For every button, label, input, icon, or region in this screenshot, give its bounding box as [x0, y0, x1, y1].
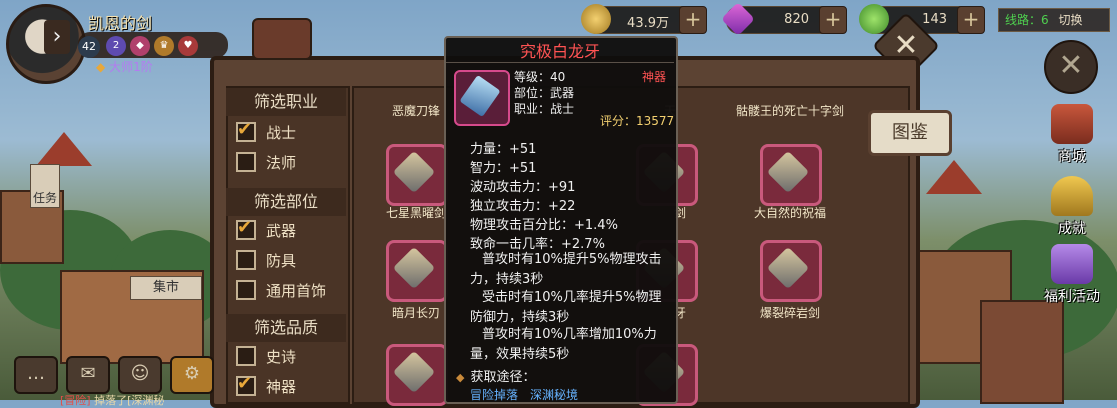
line-switch-action[interactable]: 切换 [1058, 13, 1082, 27]
filter-slot-weapon-label: 武器 [266, 222, 297, 240]
gem-badge-icon[interactable]: ◆ [130, 36, 150, 56]
filter-slot-weapon[interactable]: 武器 [236, 217, 297, 242]
chat-text: 掉落了[深渊秘 [94, 394, 165, 407]
item-slot[interactable] [386, 344, 448, 406]
achievement-button[interactable]: 成就 [1044, 176, 1100, 238]
tooltip-slot: 部位：武器 [514, 86, 575, 100]
tooltip-stat: 物理攻击百分比：+1.4% [470, 218, 618, 233]
trophy-icon [1051, 176, 1093, 216]
item-slot[interactable] [386, 240, 448, 302]
checkbox-checked-icon[interactable] [236, 217, 256, 240]
filter-class-warrior-label: 战士 [266, 124, 297, 142]
panel-header-ornament [252, 18, 312, 60]
filter-quality-artifact[interactable]: 神器 [236, 373, 297, 398]
tooltip-stat: 力量：+51 [470, 142, 537, 157]
checkbox-icon[interactable] [236, 151, 256, 172]
gold-coin-icon [581, 4, 611, 34]
filter-slot-armor[interactable]: 防具 [236, 249, 297, 272]
checkbox-checked-icon[interactable] [236, 119, 256, 142]
filter-class-title: 筛选职业 [226, 88, 346, 116]
filter-class-warrior[interactable]: 战士 [236, 119, 297, 144]
gift-box-icon [1051, 244, 1093, 284]
gold-resource: 43.9万 + [581, 4, 707, 34]
item-name: 大自然的祝福 [753, 206, 826, 220]
filter-slot-armor-label: 防具 [266, 252, 297, 270]
player-title-text: 大师1阶 [109, 60, 153, 74]
filter-quality-epic[interactable]: 史诗 [236, 345, 297, 368]
mail-icon[interactable]: ✉ [66, 356, 110, 394]
tooltip-stat: 独立攻击力：+22 [470, 199, 576, 214]
heart-add-button[interactable]: + [957, 6, 985, 34]
expand-arrow-icon[interactable]: › [44, 20, 70, 54]
tooltip-source-title: 获取途径： [456, 366, 535, 385]
line-label: 线路：6 [1005, 13, 1049, 27]
tooltip-item-name: 究极白龙牙 [519, 42, 600, 61]
heart-badge-icon[interactable]: ♥ [178, 36, 198, 56]
tooltip-quality: 神器 [642, 70, 667, 84]
tujian-tab[interactable]: 图鉴 [868, 110, 952, 156]
chat-bubble-icon[interactable]: … [14, 356, 58, 394]
player-name: 凯恩的剑 [88, 14, 153, 33]
market-sign[interactable]: 集市 [130, 276, 202, 300]
tooltip-stat: 智力：+51 [470, 161, 537, 176]
tooltip-source-link[interactable]: 冒险掉落 [470, 386, 518, 403]
item-name: 骷髅王的死亡十字剑 [735, 104, 844, 118]
line-switch[interactable]: 线路：6 切换 [998, 8, 1110, 32]
crown-badge-icon[interactable]: ♛ [154, 36, 174, 56]
tooltip-divider [446, 62, 674, 63]
filter-class-mage-label: 法师 [266, 154, 297, 172]
player-info-bar [78, 32, 228, 58]
checkbox-icon[interactable] [236, 249, 256, 270]
checkbox-checked-icon[interactable] [236, 373, 256, 396]
diamond-value: 820 [784, 12, 809, 27]
player-level: 42 [78, 36, 100, 58]
friends-icon[interactable]: ☺ [118, 356, 162, 394]
item-slot[interactable] [760, 144, 822, 206]
welfare-button[interactable]: 福利活动 [1036, 244, 1108, 306]
tooltip-source-link[interactable]: 深渊秘境 [530, 386, 578, 403]
store-label: 商城 [1058, 149, 1086, 165]
filter-class-mage[interactable]: 法师 [236, 151, 297, 174]
title-gem-icon: ◆ [96, 60, 106, 74]
quest-button[interactable]: 任务 [30, 164, 60, 208]
tooltip-effect: 受击时有10%几率提升5%物理防御力，持续3秒 [470, 290, 662, 325]
store-icon [1051, 104, 1093, 144]
gold-add-button[interactable]: + [679, 6, 707, 34]
item-name: 爆裂碎岩剑 [759, 306, 820, 320]
tooltip-level: 等级：40 [514, 70, 566, 84]
vip-badge[interactable]: 2 [106, 36, 126, 56]
tooltip-effect: 普攻时有10%提升5%物理攻击力，持续3秒 [470, 252, 662, 287]
filter-slot-jewelry[interactable]: 通用首饰 [236, 279, 327, 302]
filter-quality-artifact-label: 神器 [266, 378, 297, 396]
filter-slot-jewelry-label: 通用首饰 [266, 282, 327, 300]
checkbox-icon[interactable] [236, 345, 256, 366]
gold-value: 43.9万 [627, 16, 669, 31]
tooltip-effect: 普攻时有10%几率增加10%力量，效果持续5秒 [470, 327, 657, 362]
item-slot[interactable] [386, 144, 448, 206]
item-slot[interactable] [760, 240, 822, 302]
tooltip-class: 职业：战士 [514, 102, 575, 116]
filter-quality-epic-label: 史诗 [266, 348, 297, 366]
tooltip-score: 评分：13577 [600, 114, 675, 128]
achievement-label: 成就 [1058, 221, 1086, 237]
settings-icon[interactable]: ✕ [1044, 40, 1098, 94]
chat-ticker: [冒险] 掉落了[深渊秘 [60, 392, 164, 408]
filter-quality-title: 筛选品质 [226, 314, 346, 342]
player-title: ◆ 大师1阶 [96, 58, 153, 75]
diamond-icon [721, 2, 755, 36]
gear-icon[interactable]: ⚙ [170, 356, 214, 394]
chat-prefix: [冒险] [60, 394, 91, 407]
welfare-label: 福利活动 [1044, 289, 1100, 305]
checkbox-icon[interactable] [236, 279, 256, 300]
diamond-resource: 820 + [721, 2, 847, 36]
filter-slot-title: 筛选部位 [226, 188, 346, 216]
diamond-add-button[interactable]: + [819, 6, 847, 34]
tooltip-stat: 波动攻击力：+91 [470, 180, 576, 195]
sword-icon [454, 70, 510, 126]
store-button[interactable]: 商城 [1044, 104, 1100, 166]
